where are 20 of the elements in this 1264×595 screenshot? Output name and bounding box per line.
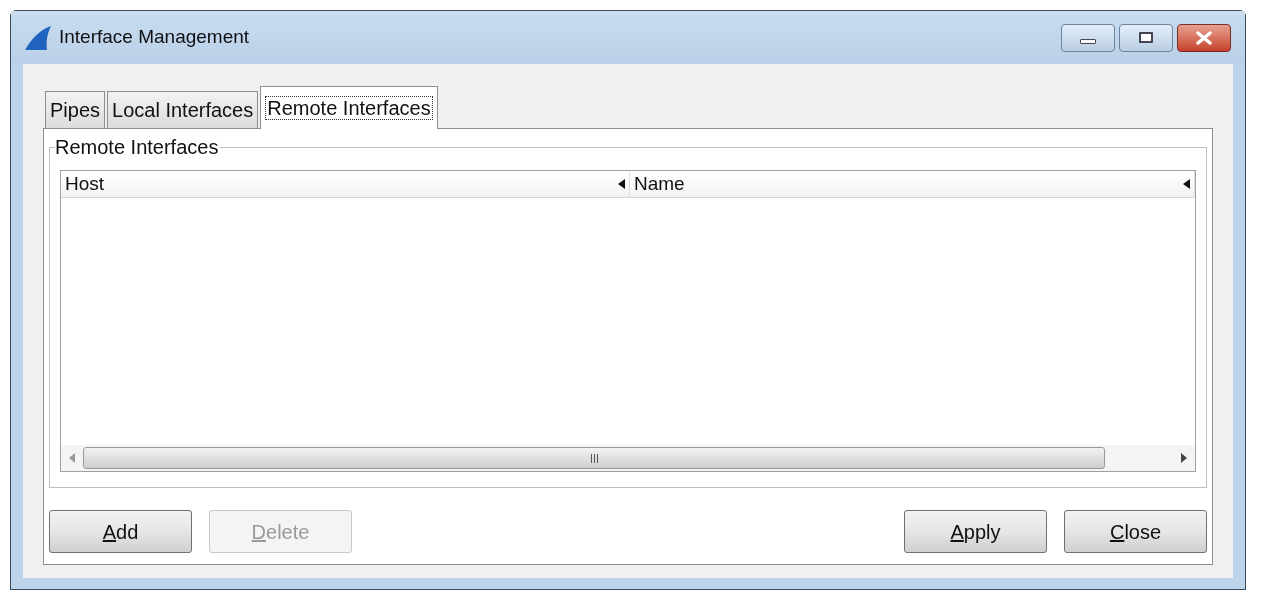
close-icon	[1195, 30, 1213, 45]
minimize-button[interactable]	[1061, 23, 1115, 52]
scroll-right-icon[interactable]	[1181, 453, 1187, 463]
scrollbar-thumb[interactable]	[83, 447, 1105, 469]
sort-arrow-icon	[1183, 179, 1190, 189]
dialog-button[interactable]: Close	[1064, 510, 1207, 553]
column-header[interactable]: Name	[630, 171, 1195, 197]
dialog-button[interactable]: Add	[49, 510, 192, 553]
horizontal-scrollbar[interactable]	[61, 445, 1195, 471]
close-button[interactable]	[1177, 23, 1231, 52]
dialog-button[interactable]: Apply	[904, 510, 1047, 553]
tab[interactable]: Remote Interfaces	[260, 86, 438, 129]
shark-fin-icon	[25, 25, 51, 50]
sort-arrow-icon	[618, 179, 625, 189]
tab[interactable]: Pipes	[45, 91, 106, 128]
column-header[interactable]: Host	[61, 171, 630, 197]
scroll-left-icon[interactable]	[69, 453, 75, 463]
maximize-button[interactable]	[1119, 23, 1173, 52]
window-title: Interface Management	[59, 25, 250, 50]
tab[interactable]: Local Interfaces	[107, 91, 259, 128]
